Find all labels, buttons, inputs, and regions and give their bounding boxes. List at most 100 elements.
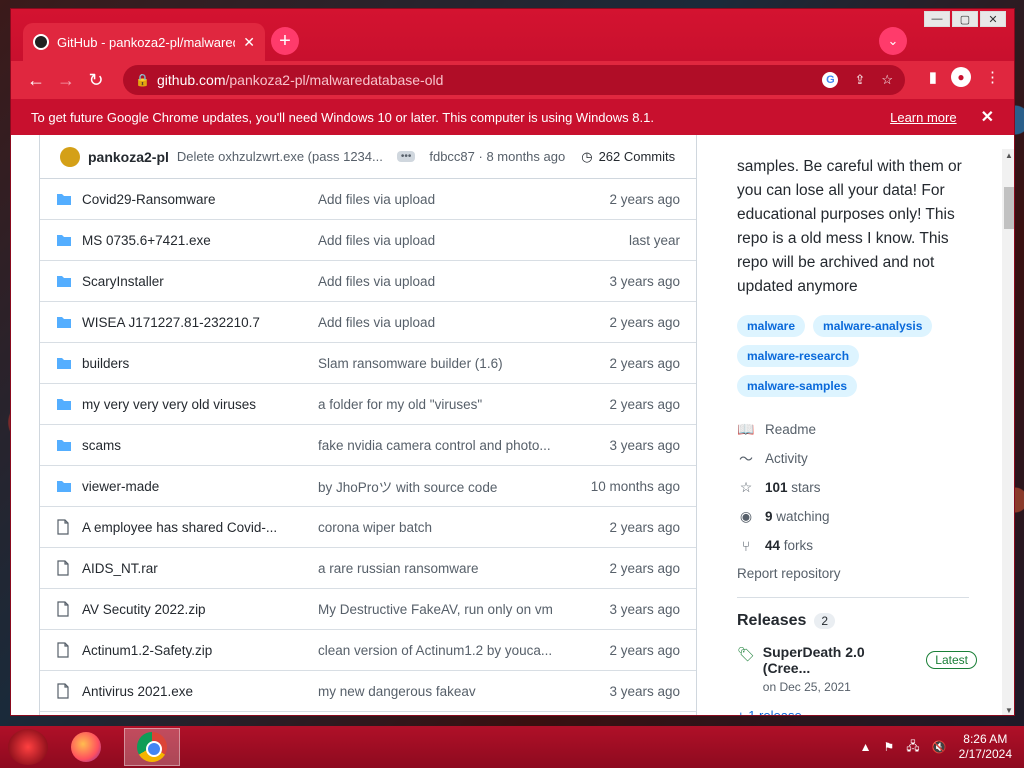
file-row[interactable]: AIDS_NT.rar a rare russian ransomware 2 ye… xyxy=(40,548,696,589)
close-window-button[interactable]: ✕ xyxy=(980,11,1006,27)
watchers-link[interactable]: ◉ 9 watching xyxy=(737,502,977,531)
tray-expand-icon[interactable]: ▲ xyxy=(860,740,872,754)
file-commit-message[interactable]: corona wiper batch xyxy=(318,520,562,535)
site-info-icon[interactable]: 🔒 xyxy=(135,73,150,87)
commits-link[interactable]: ◷ 262 Commits xyxy=(581,149,675,165)
minimize-button[interactable]: — xyxy=(924,11,950,27)
file-commit-message[interactable]: fake nvidia camera control and photo... xyxy=(318,438,562,453)
file-name[interactable]: Actinum1.2-Safety.zip xyxy=(82,643,308,658)
file-row[interactable]: MS 0735.6+7421.exe Add files via upload la… xyxy=(40,220,696,261)
file-row[interactable]: ScaryInstaller Add files via upload 3 year… xyxy=(40,261,696,302)
readme-link[interactable]: 📖 Readme xyxy=(737,415,977,444)
file-icon xyxy=(56,560,72,576)
address-bar[interactable]: 🔒 github.com/pankoza2-pl/malwaredatabase… xyxy=(123,65,905,95)
action-center-flag-icon[interactable]: ⚑ xyxy=(884,740,895,754)
volume-muted-icon[interactable]: 🔇 xyxy=(932,740,947,754)
latest-commit-bar: pankoza2-pl Delete oxhzulzwrt.exe (pass … xyxy=(40,135,696,179)
tab-search-button[interactable]: ⌄ xyxy=(879,27,907,55)
file-name[interactable]: MS 0735.6+7421.exe xyxy=(82,233,308,248)
commit-author[interactable]: pankoza2-pl xyxy=(88,149,169,165)
clock[interactable]: 8:26 AM 2/17/2024 xyxy=(959,732,1012,762)
release-item[interactable]: 🏷 SuperDeath 2.0 (Cree... Latest on Dec … xyxy=(737,644,977,694)
stars-link[interactable]: ☆ 101 stars xyxy=(737,473,977,502)
file-name[interactable]: WISEA J171227.81-232210.7 xyxy=(82,315,308,330)
reload-button[interactable]: ↻ xyxy=(81,65,111,95)
network-icon[interactable]: 🖧 xyxy=(906,737,919,758)
start-button[interactable] xyxy=(8,729,48,765)
commits-count: 262 Commits xyxy=(598,149,676,164)
activity-link[interactable]: 〜 Activity xyxy=(737,444,977,473)
browser-tab[interactable]: GitHub - pankoza2-pl/malwared ✕ xyxy=(23,23,265,61)
file-name[interactable]: viewer-made xyxy=(82,479,308,494)
scroll-up-arrow-icon[interactable]: ▲ xyxy=(1005,151,1013,160)
new-tab-button[interactable]: + xyxy=(271,27,299,55)
topic-tag[interactable]: malware-samples xyxy=(737,375,858,397)
file-commit-message[interactable]: Slam ransomware builder (1.6) xyxy=(318,356,562,371)
file-name[interactable]: A employee has shared Covid-... xyxy=(82,520,308,535)
taskbar-firefox[interactable] xyxy=(58,728,114,766)
file-commit-message[interactable]: Add files via upload xyxy=(318,233,562,248)
maximize-button[interactable]: ▢ xyxy=(952,11,978,27)
folder-icon xyxy=(56,397,72,411)
file-commit-message[interactable]: a rare russian ransomware xyxy=(318,561,562,576)
tab-close-icon[interactable]: ✕ xyxy=(243,34,255,51)
scroll-down-arrow-icon[interactable]: ▼ xyxy=(1005,706,1013,715)
file-row[interactable]: Covid29-Ransomware Add files via upload 2 … xyxy=(40,179,696,220)
file-name[interactable]: scams xyxy=(82,438,308,453)
file-name[interactable]: builders xyxy=(82,356,308,371)
tag-icon: 🏷 xyxy=(737,646,755,662)
file-row[interactable]: viewer-made by JhoProツ with source code 10… xyxy=(40,466,696,507)
file-commit-message[interactable]: by JhoProツ with source code xyxy=(318,476,562,496)
file-name[interactable]: Antivirus 2021.exe xyxy=(82,684,308,699)
author-avatar[interactable] xyxy=(60,146,80,167)
file-commit-message[interactable]: clean version of Actinum1.2 by youca... xyxy=(318,643,562,658)
scrollbar-thumb[interactable] xyxy=(1004,187,1014,229)
releases-heading[interactable]: Releases 2 xyxy=(737,612,977,630)
bookmark-star-icon[interactable]: ☆ xyxy=(881,72,893,88)
file-commit-message[interactable]: a folder for my old "viruses" xyxy=(318,397,562,412)
topic-tag[interactable]: malware xyxy=(737,315,806,337)
topic-tag[interactable]: malware-analysis xyxy=(813,315,933,337)
share-icon[interactable]: ⇪ xyxy=(854,72,865,88)
infobar-close-icon[interactable]: ✕ xyxy=(981,107,994,127)
window-controls: — ▢ ✕ xyxy=(924,11,1006,27)
commit-sha-time[interactable]: fdbcc87 · 8 months ago xyxy=(429,149,565,164)
file-commit-message[interactable]: Add files via upload xyxy=(318,274,562,289)
file-commit-message[interactable]: My Destructive FakeAV, run only on vm xyxy=(318,602,562,617)
file-age: last year xyxy=(628,232,680,248)
file-name[interactable]: AV Secutity 2022.zip xyxy=(82,602,308,617)
file-row[interactable]: my very very very old viruses a folder fo… xyxy=(40,384,696,425)
file-row[interactable]: builders Slam ransomware builder (1.6) 2 y… xyxy=(40,343,696,384)
file-commit-message[interactable]: Add files via upload xyxy=(318,315,562,330)
file-name[interactable]: my very very very old viruses xyxy=(82,397,308,412)
taskbar-chrome[interactable] xyxy=(124,728,180,766)
more-releases-link[interactable]: + 1 release xyxy=(737,708,977,715)
forks-link[interactable]: ⑂ 44 forks xyxy=(737,531,977,560)
profile-avatar[interactable]: ● xyxy=(951,67,971,87)
forward-button[interactable]: → xyxy=(51,65,81,95)
file-row[interactable]: WISEA J171227.81-232210.7 Add files via u… xyxy=(40,302,696,343)
back-button[interactable]: ← xyxy=(21,65,51,95)
google-lens-icon[interactable]: G xyxy=(822,72,839,88)
file-row[interactable]: A employee has shared Covid-... corona wi… xyxy=(40,507,696,548)
menu-kebab-icon[interactable]: ⋮ xyxy=(985,68,1000,86)
file-name[interactable]: ScaryInstaller xyxy=(82,274,308,289)
file-row[interactable]: AV Secutity 2022.zip My Destructive FakeA… xyxy=(40,589,696,630)
file-row[interactable]: Antivirus 2021.exe my new dangerous fakea… xyxy=(40,671,696,712)
file-commit-message[interactable]: my new dangerous fakeav xyxy=(318,684,562,699)
file-commit-message[interactable]: Add files via upload xyxy=(318,192,562,207)
file-row[interactable]: scams fake nvidia camera control and phot… xyxy=(40,425,696,466)
learn-more-link[interactable]: Learn more xyxy=(890,110,956,125)
chrome-window: GitHub - pankoza2-pl/malwared ✕ + ⌄ — ▢ … xyxy=(10,8,1015,716)
page-scrollbar[interactable]: ▲ ▼ xyxy=(1002,149,1014,715)
side-panel-icon[interactable]: ▮ xyxy=(929,68,937,86)
report-repository-link[interactable]: Report repository xyxy=(737,566,977,581)
expand-commit-button[interactable]: ••• xyxy=(396,151,416,162)
file-name[interactable]: Covid29-Ransomware xyxy=(82,192,308,207)
file-name[interactable]: AIDS_NT.rar xyxy=(82,561,308,576)
firefox-icon xyxy=(71,732,101,762)
topic-tag[interactable]: malware-research xyxy=(737,345,860,367)
file-row[interactable]: Actinum1.2-Safety.zip clean version of Ac… xyxy=(40,630,696,671)
chrome-icon xyxy=(137,732,167,762)
commit-message[interactable]: Delete oxhzulzwrt.exe (pass 1234... xyxy=(177,149,383,164)
